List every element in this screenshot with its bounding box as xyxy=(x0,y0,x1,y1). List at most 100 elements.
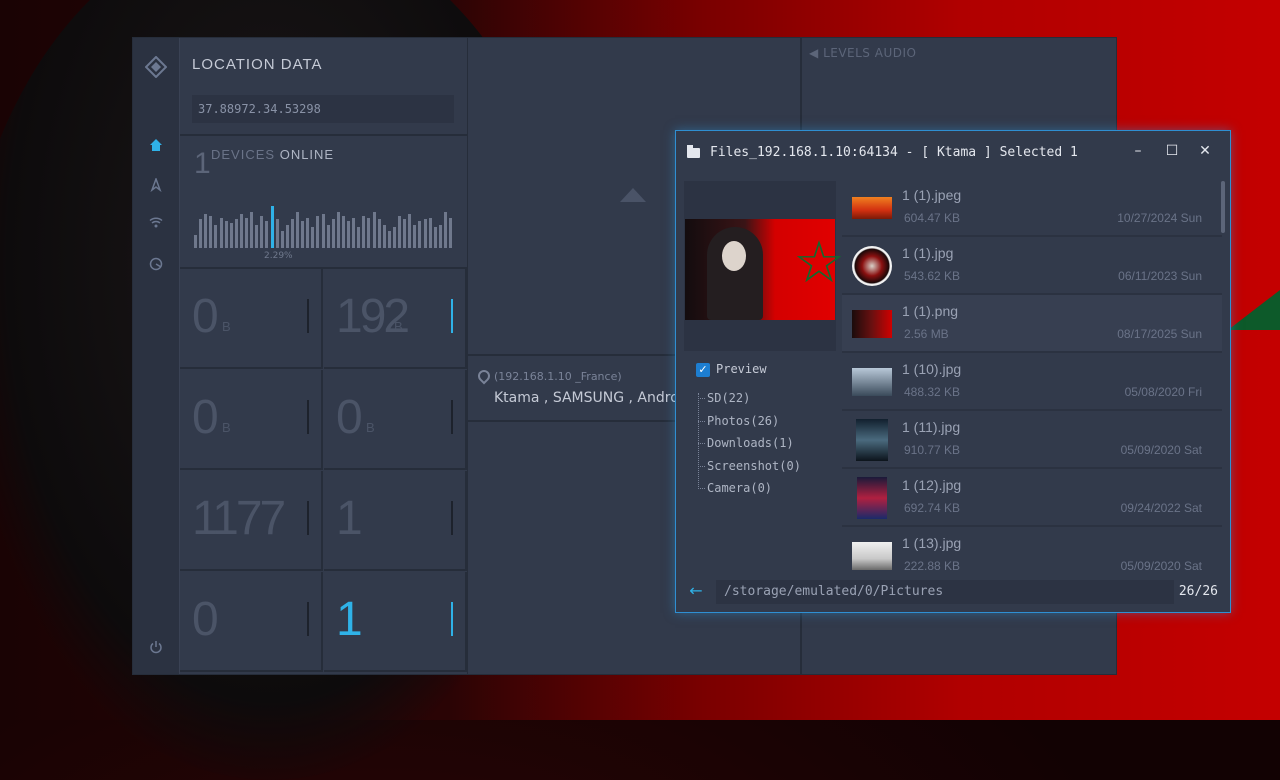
file-row[interactable]: 1 (11).jpg 910.77 KB 05/09/2020 Sat xyxy=(842,411,1222,469)
file-size: 2.56 MB xyxy=(904,327,949,341)
activity-bar xyxy=(418,221,422,248)
activity-bar xyxy=(219,218,223,248)
file-size: 604.47 KB xyxy=(904,211,961,225)
activity-bar xyxy=(194,235,197,248)
stat-unit: B xyxy=(366,420,375,435)
file-date: 05/09/2020 Sat xyxy=(1120,559,1202,573)
device-ip: (192.168.1.10 _France) xyxy=(494,370,622,383)
stat-unit: B xyxy=(222,319,231,334)
activity-bar xyxy=(204,214,208,248)
home-icon[interactable] xyxy=(146,138,166,158)
activity-bar xyxy=(398,216,401,248)
activity-bar xyxy=(387,231,391,248)
file-date: 05/09/2020 Sat xyxy=(1120,443,1202,457)
file-size: 543.62 KB xyxy=(904,269,961,283)
devices-count: 1 xyxy=(194,147,211,180)
mountain-icon xyxy=(620,188,646,202)
file-manager-window: Files_192.168.1.10:64134 - [ Ktama ] Sel… xyxy=(675,130,1231,613)
maximize-button[interactable]: ☐ xyxy=(1160,139,1184,163)
path-bar: ← /storage/emulated/0/Pictures 26/26 xyxy=(684,580,1224,604)
activity-bar xyxy=(234,219,238,248)
levels-audio-label: ◀ LEVELS AUDIO xyxy=(809,46,916,60)
preview-checkbox[interactable]: ✓ xyxy=(696,363,710,377)
radar-icon[interactable] xyxy=(146,257,166,277)
activity-bar xyxy=(372,212,376,248)
tree-item[interactable]: Camera(0) xyxy=(698,477,838,500)
stat-cell: 1 xyxy=(324,471,467,571)
activity-bar xyxy=(428,218,432,248)
stat-indicator xyxy=(451,299,453,333)
activity-bar xyxy=(331,219,335,248)
activity-bar xyxy=(403,219,407,248)
file-thumbnail xyxy=(852,310,892,338)
mask-shape xyxy=(722,241,746,271)
sidebar xyxy=(133,38,180,674)
stat-cell: 0B xyxy=(324,370,467,470)
speaker-icon: ◀ xyxy=(809,46,819,60)
activity-bar xyxy=(438,225,442,248)
file-name: 1 (1).png xyxy=(902,303,959,319)
activity-bar xyxy=(367,218,371,248)
devices-label-a: DEVICES xyxy=(211,147,276,162)
star-shape: ☆ xyxy=(793,228,845,296)
coordinates-field[interactable]: 37.88972.34.53298 xyxy=(192,95,454,123)
stat-indicator xyxy=(307,299,309,333)
file-row[interactable]: 1 (12).jpg 692.74 KB 09/24/2022 Sat xyxy=(842,469,1222,527)
signal-icon[interactable] xyxy=(146,217,166,237)
file-date: 10/27/2024 Sun xyxy=(1117,211,1202,225)
stat-indicator xyxy=(451,501,453,535)
activity-bar xyxy=(382,225,386,248)
file-thumbnail xyxy=(857,477,887,519)
activity-bar xyxy=(321,214,325,248)
location-title: LOCATION DATA xyxy=(192,56,323,73)
scrollbar[interactable] xyxy=(1221,181,1225,233)
stat-value: 1 xyxy=(336,492,363,545)
stat-cell: 0 xyxy=(180,572,323,672)
stat-unit: B xyxy=(222,420,231,435)
file-row[interactable]: 1 (1).jpg 543.62 KB 06/11/2023 Sun xyxy=(842,237,1222,295)
stat-value: 192 xyxy=(336,290,410,343)
file-name: 1 (11).jpg xyxy=(902,419,961,435)
stat-cell: 0B xyxy=(180,269,323,369)
activity-bar xyxy=(290,219,294,248)
activity-bar xyxy=(443,212,447,248)
wallpaper-flag-corner xyxy=(1228,290,1280,330)
close-button[interactable]: ✕ xyxy=(1193,139,1217,163)
file-row[interactable]: 1 (1).jpeg 604.47 KB 10/27/2024 Sun xyxy=(842,179,1222,237)
stat-value: 0 xyxy=(192,391,219,444)
window-title: Files_192.168.1.10:64134 - [ Ktama ] Sel… xyxy=(710,145,1078,160)
activity-bar xyxy=(362,216,366,248)
activity-bar xyxy=(341,216,345,248)
activity-bar xyxy=(392,227,396,248)
back-arrow-icon[interactable]: ← xyxy=(684,580,708,604)
app-logo-icon xyxy=(144,55,168,79)
activity-bar xyxy=(301,221,305,248)
path-field[interactable]: /storage/emulated/0/Pictures xyxy=(716,580,1174,604)
activity-bar xyxy=(352,218,356,248)
tree-item[interactable]: SD(22) xyxy=(698,387,838,410)
tree-item[interactable]: Downloads(1) xyxy=(698,432,838,455)
file-row[interactable]: 1 (10).jpg 488.32 KB 05/08/2020 Fri xyxy=(842,353,1222,411)
devices-label-b: ONLINE xyxy=(279,147,335,162)
file-list: 1 (1).jpeg 604.47 KB 10/27/2024 Sun 1 (1).j… xyxy=(842,179,1222,577)
file-name: 1 (12).jpg xyxy=(902,477,962,493)
file-date: 09/24/2022 Sat xyxy=(1120,501,1202,515)
minimize-button[interactable]: – xyxy=(1126,139,1150,163)
activity-bar xyxy=(357,227,361,248)
tree-item[interactable]: Screenshot(0) xyxy=(698,455,838,478)
file-row[interactable]: 1 (1).png 2.56 MB 08/17/2025 Sun xyxy=(842,295,1222,353)
rocket-icon[interactable] xyxy=(146,176,166,198)
stat-value: 0 xyxy=(336,391,363,444)
file-name: 1 (10).jpg xyxy=(902,361,962,377)
activity-bar xyxy=(275,219,279,248)
stat-value: 1 xyxy=(336,593,363,646)
activity-bar xyxy=(423,219,427,248)
activity-bar xyxy=(285,225,289,248)
file-row[interactable]: 1 (13).jpg 222.88 KB 05/09/2020 Sat xyxy=(842,527,1222,577)
tree-item[interactable]: Photos(26) xyxy=(698,410,838,433)
file-thumbnail xyxy=(852,197,892,219)
activity-bar xyxy=(214,225,218,248)
activity-bar xyxy=(209,216,213,248)
power-icon[interactable] xyxy=(146,640,166,660)
activity-bar xyxy=(306,218,310,248)
